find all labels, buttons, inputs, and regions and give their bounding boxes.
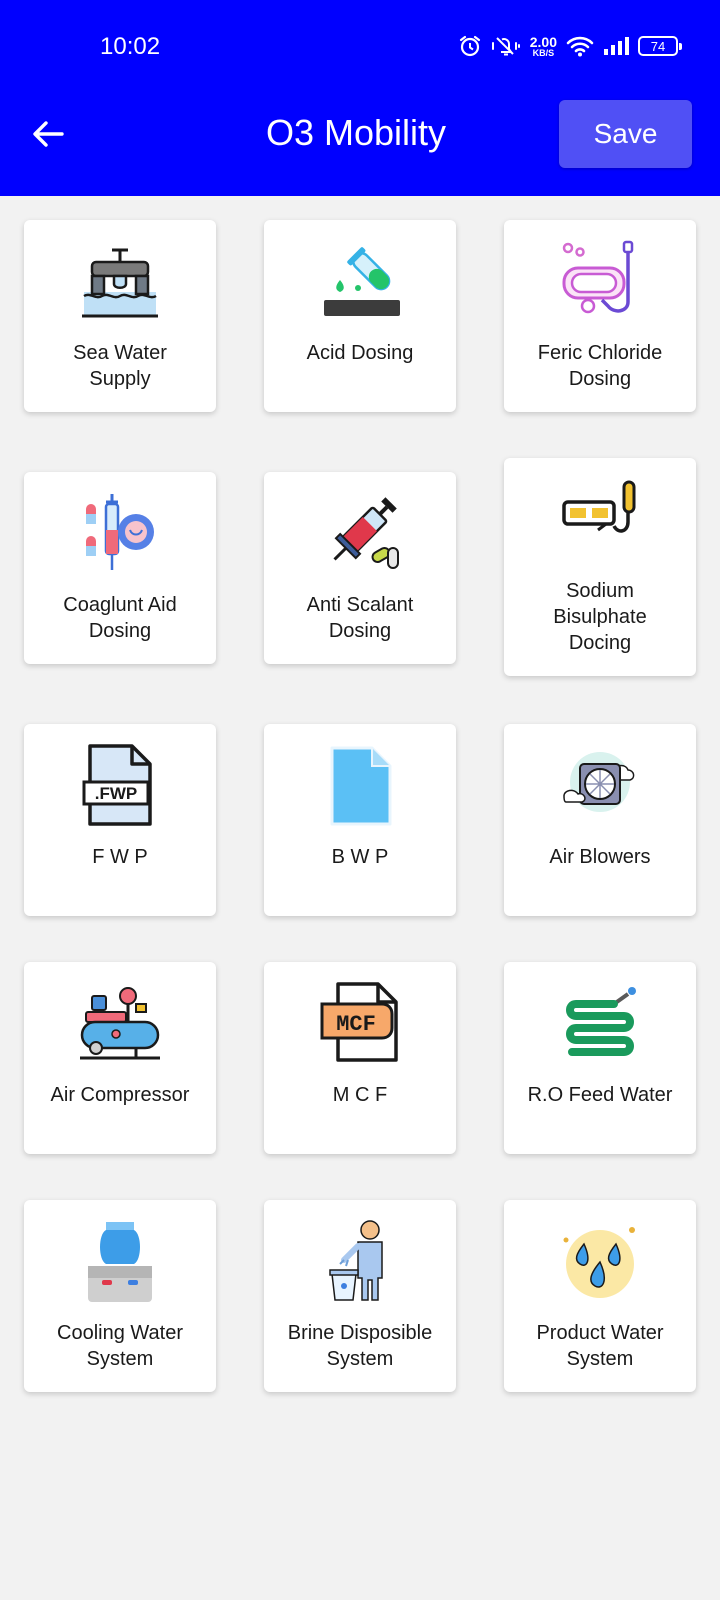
tile-label: Brine Disposible System: [287, 1322, 433, 1370]
syringe-icon: [318, 492, 402, 576]
svg-text:MCF: MCF: [336, 1012, 376, 1037]
tile-label: Coaglunt Aid Dosing: [63, 594, 177, 642]
tile-label: Product Water System: [536, 1322, 664, 1370]
app-header: 10:02 2.00 KB/S 74 O3 Mobility Save: [0, 0, 720, 196]
tile-label: Anti Scalant Dosing: [306, 594, 414, 642]
water-drops-icon: [558, 1220, 642, 1304]
tile-coaglunt-aid-dosing[interactable]: Coaglunt Aid Dosing: [24, 472, 216, 664]
alarm-icon: [459, 35, 480, 57]
tile-label: B W P: [331, 846, 389, 868]
tile-label: Air Compressor: [50, 1084, 190, 1106]
tile-label: F W P: [92, 846, 148, 868]
network-speed-unit: KB/S: [532, 47, 555, 58]
tile-label: Air Blowers: [549, 846, 651, 868]
network-speed: 2.00 KB/S: [530, 35, 557, 58]
status-time: 10:02: [100, 33, 161, 60]
tile-ro-feed-water[interactable]: R.O Feed Water: [504, 962, 696, 1154]
tile-acid-dosing[interactable]: Acid Dosing: [264, 220, 456, 412]
water-cooler-icon: [78, 1220, 162, 1304]
tile-label: Acid Dosing: [306, 342, 414, 364]
tile-label: R.O Feed Water: [527, 1084, 673, 1106]
tile-feric-chloride-dosing[interactable]: Feric Chloride Dosing: [504, 220, 696, 412]
network-speed-value: 2.00: [529, 33, 557, 50]
tile-label: Sea Water Supply: [73, 342, 167, 390]
person-trash-icon: [318, 1220, 402, 1304]
tile-brine-disposible-system[interactable]: Brine Disposible System: [264, 1200, 456, 1392]
tile-label: Sodium Bisulphate Docing: [553, 580, 647, 654]
tile-air-blowers[interactable]: Air Blowers: [504, 724, 696, 916]
blue-file-icon: [318, 744, 402, 828]
air-compressor-icon: [78, 982, 162, 1066]
snorkel-mask-icon: [558, 240, 642, 324]
tile-sea-water-supply[interactable]: Sea Water Supply: [24, 220, 216, 412]
tile-cooling-water-system[interactable]: Cooling Water System: [24, 1200, 216, 1392]
tile-anti-scalant-dosing[interactable]: Anti Scalant Dosing: [264, 472, 456, 664]
tile-product-water-system[interactable]: Product Water System: [504, 1200, 696, 1392]
tile-sodium-bisulphate-docing[interactable]: Sodium Bisulphate Docing: [504, 458, 696, 676]
battery-level: 74: [650, 38, 666, 54]
tile-air-compressor[interactable]: Air Compressor: [24, 962, 216, 1154]
mute-icon: [491, 37, 520, 56]
svg-text:.FWP: .FWP: [95, 784, 138, 803]
status-icons: 2.00 KB/S 74: [458, 34, 682, 58]
tile-label: Cooling Water System: [57, 1322, 183, 1370]
tile-label: M C F: [332, 1084, 388, 1106]
tile-fwp[interactable]: .FWP F W P: [24, 724, 216, 916]
battery-indicator: 74: [638, 36, 682, 56]
water-tap-icon: [78, 240, 162, 324]
fwp-file-icon: .FWP: [78, 744, 162, 828]
goggles-snorkel-icon: [558, 478, 642, 562]
save-button[interactable]: Save: [559, 100, 692, 168]
test-tube-icon: [318, 240, 402, 324]
signal-icon: [604, 37, 629, 55]
wifi-icon: [566, 36, 594, 57]
mcf-file-icon: MCF: [318, 982, 402, 1066]
hose-icon: [558, 982, 642, 1066]
tile-bwp[interactable]: B W P: [264, 724, 456, 916]
tile-label: Feric Chloride Dosing: [537, 342, 663, 390]
tile-mcf[interactable]: MCF M C F: [264, 962, 456, 1154]
fan-clouds-icon: [558, 744, 642, 828]
syringe-pills-icon: [78, 492, 162, 576]
